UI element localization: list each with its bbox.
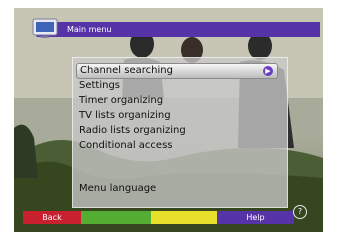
page-title: Main menu <box>67 25 112 34</box>
menu-item-settings[interactable]: Settings <box>79 79 120 93</box>
menu-item-channel-searching[interactable]: Channel searching ▶ <box>76 63 278 79</box>
menu-item-timer-organizing[interactable]: Timer organizing <box>79 94 163 108</box>
green-key[interactable] <box>81 211 151 224</box>
menu-item-conditional-access[interactable]: Conditional access <box>79 139 173 153</box>
help-button[interactable]: Help <box>217 211 294 224</box>
back-button[interactable]: Back <box>23 211 81 224</box>
help-icon[interactable]: ? <box>293 205 307 219</box>
color-key-bar: Back Help <box>23 211 294 224</box>
tv-icon <box>32 18 58 38</box>
tv-screen: Main menu Channel searching ▶ Settings T… <box>14 8 323 232</box>
main-menu: Channel searching ▶ Settings Timer organ… <box>72 57 288 208</box>
yellow-key[interactable] <box>151 211 217 224</box>
menu-item-tv-lists-organizing[interactable]: TV lists organizing <box>79 109 171 123</box>
menu-item-menu-language[interactable]: Menu language <box>79 182 156 196</box>
arrow-right-icon: ▶ <box>263 66 273 76</box>
menu-item-radio-lists-organizing[interactable]: Radio lists organizing <box>79 124 186 138</box>
menu-item-label: Channel searching <box>80 65 173 76</box>
